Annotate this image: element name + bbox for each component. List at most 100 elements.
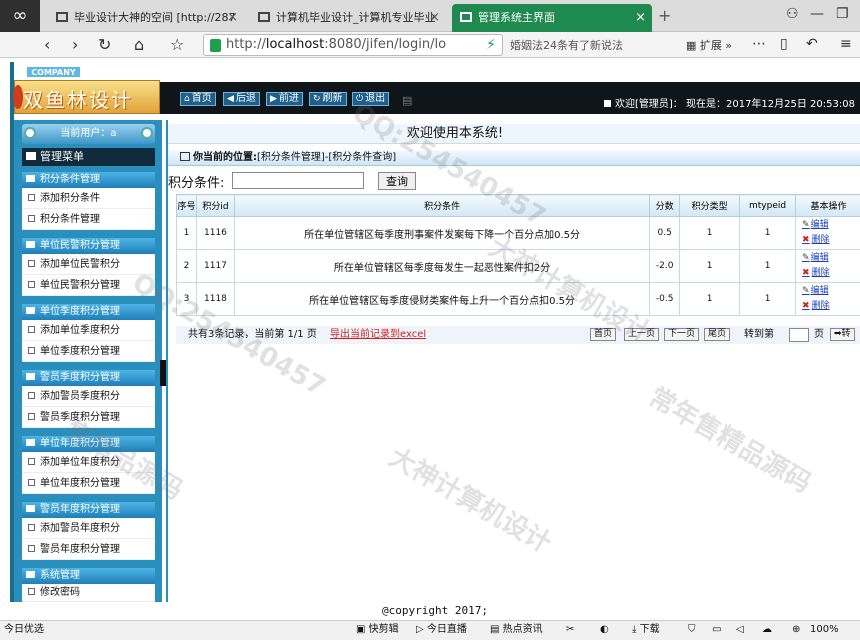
column-header[interactable]: 序号 xyxy=(176,194,197,217)
shield-icon[interactable]: ⛉ xyxy=(688,621,696,639)
search-button[interactable]: 查询 xyxy=(378,172,416,190)
forward-label: 前进 xyxy=(278,93,299,104)
hot-news-button[interactable]: ▤ 热点资讯 xyxy=(490,621,543,639)
menu-dots-icon[interactable]: ⋯ xyxy=(752,36,766,52)
phone-icon[interactable]: ▯ xyxy=(780,36,788,52)
menu-icon xyxy=(26,152,36,160)
bookmark-star-icon[interactable]: ☆ xyxy=(170,35,184,55)
edit-link[interactable]: 编辑 xyxy=(796,284,860,299)
news-ticker[interactable]: 婚姻法24条有了新说法 xyxy=(510,37,623,53)
tab-close-icon[interactable]: × xyxy=(429,4,440,32)
jump-page-input[interactable] xyxy=(789,328,809,342)
cell-type: 1 xyxy=(679,282,741,316)
home-button[interactable]: ⌂ 首页 xyxy=(180,92,216,106)
menu-group-header[interactable]: 系统管理 xyxy=(22,568,155,584)
back-button[interactable]: ◀ 后退 xyxy=(223,92,260,106)
status-recommend[interactable]: 今日优选 xyxy=(4,621,44,639)
refresh-icon: ↻ xyxy=(313,94,321,104)
cell-actions: 编辑删除 xyxy=(795,249,860,283)
folder-icon xyxy=(26,439,35,446)
quick-clip-button[interactable]: ▣ 快剪辑 xyxy=(356,621,399,639)
logout-button[interactable]: ⏻ 退出 xyxy=(352,92,390,106)
delete-link[interactable]: 删除 xyxy=(796,299,860,314)
forward-button[interactable]: ▶ 前进 xyxy=(266,92,303,106)
menu-group-header[interactable]: 警员年度积分管理 xyxy=(22,502,155,518)
column-header[interactable]: 积分id xyxy=(195,194,235,217)
menu-group-header[interactable]: 单位年度积分管理 xyxy=(22,436,155,452)
mute-icon[interactable]: ◁ xyxy=(736,621,744,639)
tools-icon[interactable]: ✂ xyxy=(566,621,574,639)
home-icon[interactable]: ⌂ xyxy=(134,35,144,55)
menu-item[interactable]: 添加警员年度积分 xyxy=(22,518,155,539)
menu-item[interactable]: 单位季度积分管理 xyxy=(22,341,155,362)
menu-group-header[interactable]: 警员季度积分管理 xyxy=(22,370,155,386)
next-page-button[interactable]: 下一页 xyxy=(664,328,700,341)
address-bar[interactable]: http://localhost:8080/jifen/login/lo ⚡ xyxy=(203,34,503,56)
menu-item[interactable]: 单位民警积分管理 xyxy=(22,275,155,296)
search-input[interactable] xyxy=(232,172,364,189)
menu-item-label: 积分条件管理 xyxy=(40,214,100,225)
browser-menu-icon[interactable]: ≡ xyxy=(840,36,852,52)
shirt-icon[interactable]: ⚇ xyxy=(786,6,799,22)
first-page-button[interactable]: 首页 xyxy=(590,328,617,341)
menu-group: 单位年度积分管理 添加单位年度积分 单位年度积分管理 xyxy=(22,436,155,494)
extensions-button[interactable]: ▦ 扩展 » xyxy=(686,37,732,53)
edit-link[interactable]: 编辑 xyxy=(796,251,860,266)
undo-icon[interactable]: ↶ xyxy=(806,36,818,52)
zoom-level[interactable]: 100% xyxy=(810,621,839,639)
menu-item[interactable]: 警员年度积分管理 xyxy=(22,539,155,560)
prev-page-button[interactable]: 上一页 xyxy=(624,328,660,341)
edit-link[interactable]: 编辑 xyxy=(796,218,860,233)
menu-item[interactable]: 添加警员季度积分 xyxy=(22,386,155,407)
menu-item[interactable]: 添加积分条件 xyxy=(22,188,155,209)
sound-icon[interactable]: ◐ xyxy=(600,621,609,639)
reload-icon[interactable]: ↻ xyxy=(98,35,111,55)
menu-item[interactable]: 添加单位季度积分 xyxy=(22,320,155,341)
new-tab-button[interactable]: + xyxy=(658,6,671,25)
page-icon xyxy=(28,588,35,595)
tab-close-icon[interactable]: × xyxy=(227,4,238,32)
desktop-icon[interactable]: ▭ xyxy=(712,621,721,639)
export-excel-link[interactable]: 导出当前记录到excel xyxy=(330,329,426,340)
tab-close-icon[interactable]: × xyxy=(635,4,646,32)
cell-condition: 所在单位管辖区每季度刑事案件发案每下降一个百分点加0.5分 xyxy=(233,216,651,250)
news-icon: ▤ xyxy=(490,624,503,635)
minimize-icon[interactable]: — xyxy=(810,6,824,22)
menu-item[interactable]: 修改密码 xyxy=(22,584,155,602)
menu-item[interactable]: 警员季度积分管理 xyxy=(22,407,155,428)
column-header[interactable]: 分数 xyxy=(649,194,681,217)
menu-item[interactable]: 添加单位民警积分 xyxy=(22,254,155,275)
folder-icon xyxy=(26,175,35,182)
browser-tab[interactable]: 毕业设计大神的空间 [http://287 × xyxy=(48,4,244,32)
cloud-icon[interactable]: ☁ xyxy=(762,621,772,639)
lightning-icon[interactable]: ⚡ xyxy=(486,37,496,53)
browser-mask-icon[interactable]: ∞ xyxy=(0,0,40,32)
restore-icon[interactable]: ❐ xyxy=(836,6,849,22)
column-header[interactable]: 积分类型 xyxy=(679,194,741,217)
menu-item[interactable]: 积分条件管理 xyxy=(22,209,155,230)
menu-group-header[interactable]: 单位民警积分管理 xyxy=(22,238,155,254)
checkbox-icon xyxy=(604,100,611,107)
menu-item[interactable]: 单位年度积分管理 xyxy=(22,473,155,494)
column-header[interactable]: 积分条件 xyxy=(233,194,651,217)
delete-link[interactable]: 删除 xyxy=(796,266,860,281)
menu-group-header[interactable]: 积分条件管理 xyxy=(22,172,155,188)
menu-item[interactable]: 添加单位年度积分 xyxy=(22,452,155,473)
address-text[interactable]: http://localhost:8080/jifen/login/lo xyxy=(226,37,456,52)
browser-tab-active[interactable]: 管理系统主界面 × xyxy=(452,4,652,32)
jump-go-button[interactable]: ➡转 xyxy=(830,328,855,341)
column-header[interactable]: mtypeid xyxy=(739,194,797,217)
browser-tab[interactable]: 计算机毕业设计_计算机专业毕业 × xyxy=(250,4,446,32)
live-button[interactable]: ▷ 今日直播 xyxy=(416,621,467,639)
delete-link[interactable]: 删除 xyxy=(796,233,860,248)
last-page-button[interactable]: 尾页 xyxy=(704,328,731,341)
zoom-icon[interactable]: ⊕ xyxy=(792,621,800,639)
download-button[interactable]: ⤓ 下载 xyxy=(632,621,660,639)
menu-group-header[interactable]: 单位季度积分管理 xyxy=(22,304,155,320)
refresh-button[interactable]: ↻ 刷新 xyxy=(309,92,347,106)
menu-group: 警员年度积分管理 添加警员年度积分 警员年度积分管理 xyxy=(22,502,155,560)
menu-title[interactable]: 管理菜单 xyxy=(22,148,155,166)
cell-score: -0.5 xyxy=(649,282,681,316)
back-icon[interactable]: ‹ xyxy=(44,35,50,55)
forward-icon[interactable]: › xyxy=(72,35,78,55)
